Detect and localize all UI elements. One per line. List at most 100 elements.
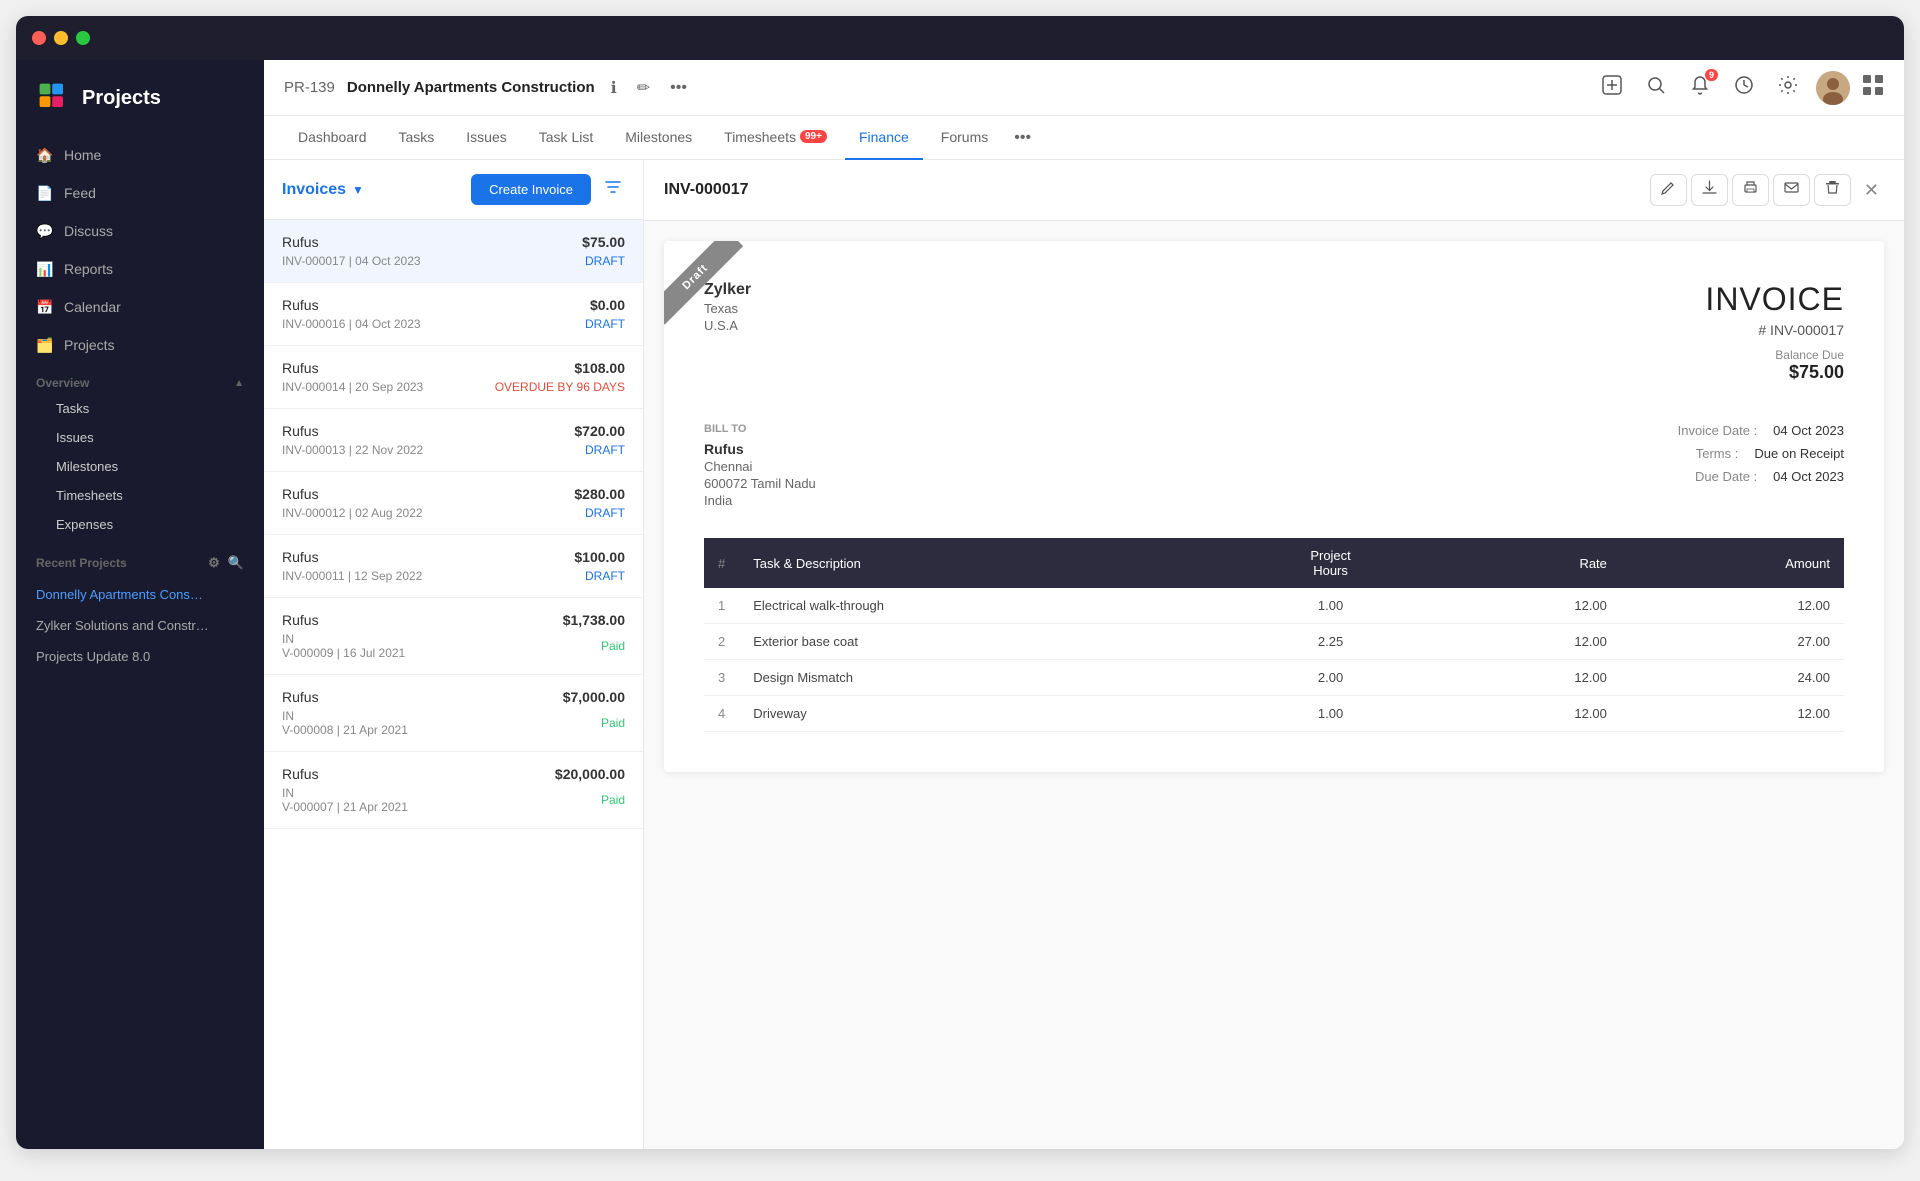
row-amount: 12.00 [1621,588,1844,624]
tab-issues[interactable]: Issues [452,116,520,160]
row-task: Exterior base coat [739,624,1225,660]
settings-button[interactable] [1772,71,1804,104]
invoice-item-inv11[interactable]: Rufus $100.00 INV-000011 | 12 Sep 2022 D… [264,535,643,598]
grid-view-button[interactable] [1862,74,1884,102]
invoice-status: DRAFT [585,443,625,457]
close-window-button[interactable] [32,31,46,45]
sidebar-item-reports-label: Reports [64,261,113,277]
sidebar-item-projects[interactable]: 🗂️ Projects [16,326,264,364]
email-invoice-button[interactable] [1773,174,1810,206]
recent-project-update[interactable]: Projects Update 8.0 [16,641,264,672]
invoice-item-inv17[interactable]: Rufus $75.00 INV-000017 | 04 Oct 2023 DR… [264,220,643,283]
add-button[interactable] [1596,71,1628,104]
invoice-amount: $20,000.00 [555,766,625,782]
edit-button[interactable]: ✏ [633,74,654,102]
print-invoice-button[interactable] [1732,174,1769,206]
tabbar: Dashboard Tasks Issues Task List Milesto… [264,116,1904,160]
row-num: 2 [704,624,739,660]
search-projects-icon[interactable]: 🔍 [228,555,244,571]
sidebar-item-issues[interactable]: Issues [36,423,264,452]
tab-timesheets[interactable]: Timesheets 99+ [710,116,841,160]
tab-dashboard[interactable]: Dashboard [284,116,381,160]
overview-chevron-icon: ▲ [234,378,244,389]
recent-projects-label: Recent Projects [36,556,127,570]
tab-tasklist[interactable]: Task List [525,116,607,160]
topbar-left: PR-139 Donnelly Apartments Construction … [284,74,691,102]
sidebar-item-discuss[interactable]: 💬 Discuss [16,212,264,250]
project-id: PR-139 [284,79,335,96]
invoice-status: DRAFT [585,506,625,520]
tab-tasks[interactable]: Tasks [385,116,449,160]
terms-row: Terms : Due on Receipt [1648,446,1844,461]
overview-section-header[interactable]: Overview ▲ [16,364,264,394]
due-date-value: 04 Oct 2023 [1773,469,1844,484]
sidebar-item-tasks[interactable]: Tasks [36,394,264,423]
invoice-item-inv8[interactable]: Rufus $7,000.00 INV-000008 | 21 Apr 2021… [264,675,643,752]
sidebar-item-calendar[interactable]: 📅 Calendar [16,288,264,326]
table-row: 2 Exterior base coat 2.25 12.00 27.00 [704,624,1844,660]
search-icon [1646,75,1666,95]
trash-icon [1825,180,1840,195]
sidebar-item-expenses[interactable]: Expenses [36,510,264,539]
sidebar: Projects 🏠 Home 📄 Feed 💬 Discuss 📊 Rep [16,60,264,1149]
row-rate: 12.00 [1435,624,1620,660]
info-button[interactable]: ℹ [607,74,621,102]
col-amount: Amount [1621,538,1844,588]
search-button[interactable] [1640,71,1672,104]
gear-icon [1778,75,1798,95]
recent-project-zylker[interactable]: Zylker Solutions and Constr… [16,610,264,641]
invoice-detail-panel: INV-000017 [644,160,1904,1149]
terms-value: Due on Receipt [1754,446,1844,461]
minimize-window-button[interactable] [54,31,68,45]
add-icon [1602,75,1622,95]
sidebar-item-feed[interactable]: 📄 Feed [16,174,264,212]
download-invoice-button[interactable] [1691,174,1728,206]
tab-finance[interactable]: Finance [845,116,923,160]
invoice-item-inv12[interactable]: Rufus $280.00 INV-000012 | 02 Aug 2022 D… [264,472,643,535]
tab-milestones[interactable]: Milestones [611,116,706,160]
more-options-button[interactable]: ••• [666,75,691,101]
invoice-client: Rufus [282,549,319,565]
invoice-date-row: Invoice Date : 04 Oct 2023 [1648,423,1844,438]
row-num: 4 [704,696,739,732]
sidebar-item-reports[interactable]: 📊 Reports [16,250,264,288]
invoice-item-inv7[interactable]: Rufus $20,000.00 INV-000007 | 21 Apr 202… [264,752,643,829]
invoice-item-inv9[interactable]: Rufus $1,738.00 INV-000009 | 16 Jul 2021… [264,598,643,675]
row-task: Design Mismatch [739,660,1225,696]
sidebar-item-timesheets[interactable]: Timesheets [36,481,264,510]
clock-button[interactable] [1728,71,1760,104]
row-num: 3 [704,660,739,696]
download-icon [1702,180,1717,195]
maximize-window-button[interactable] [76,31,90,45]
company-address-2: U.S.A [704,318,751,333]
filter-button[interactable] [601,175,625,204]
invoice-meta: Bill To Rufus Chennai 600072 Tamil Nadu … [704,423,1844,508]
invoice-item-inv14[interactable]: Rufus $108.00 INV-000014 | 20 Sep 2023 O… [264,346,643,409]
tab-forums[interactable]: Forums [927,116,1002,160]
delete-invoice-button[interactable] [1814,174,1851,206]
sidebar-item-milestones[interactable]: Milestones [36,452,264,481]
invoice-item-inv13[interactable]: Rufus $720.00 INV-000013 | 22 Nov 2022 D… [264,409,643,472]
invoice-title-block: INVOICE # INV-000017 Balance Due $75.00 [1705,281,1844,383]
edit-invoice-button[interactable] [1650,174,1687,206]
overview-label: Overview [36,376,89,390]
row-rate: 12.00 [1435,588,1620,624]
balance-due-label: Balance Due [1705,348,1844,362]
tab-more-button[interactable]: ••• [1006,125,1039,151]
close-invoice-detail-button[interactable]: ✕ [1859,175,1884,206]
titlebar [16,16,1904,60]
invoice-ref: INV-000012 | 02 Aug 2022 [282,506,423,520]
filter-icon [605,179,621,195]
invoices-dropdown[interactable]: Invoices ▼ [282,181,364,199]
avatar[interactable] [1816,71,1850,105]
sidebar-item-home[interactable]: 🏠 Home [16,136,264,174]
invoice-client: Rufus [282,297,319,313]
invoice-amount: $1,738.00 [563,612,625,628]
notifications-button[interactable]: 9 [1684,71,1716,104]
create-invoice-button[interactable]: Create Invoice [471,174,591,205]
reports-icon: 📊 [36,260,54,278]
invoice-item-inv16[interactable]: Rufus $0.00 INV-000016 | 04 Oct 2023 DRA… [264,283,643,346]
invoice-ref: INV-000007 | 21 Apr 2021 [282,786,408,814]
filter-projects-icon[interactable]: ⚙ [208,555,220,571]
recent-project-donnelly[interactable]: Donnelly Apartments Cons… [16,579,264,610]
